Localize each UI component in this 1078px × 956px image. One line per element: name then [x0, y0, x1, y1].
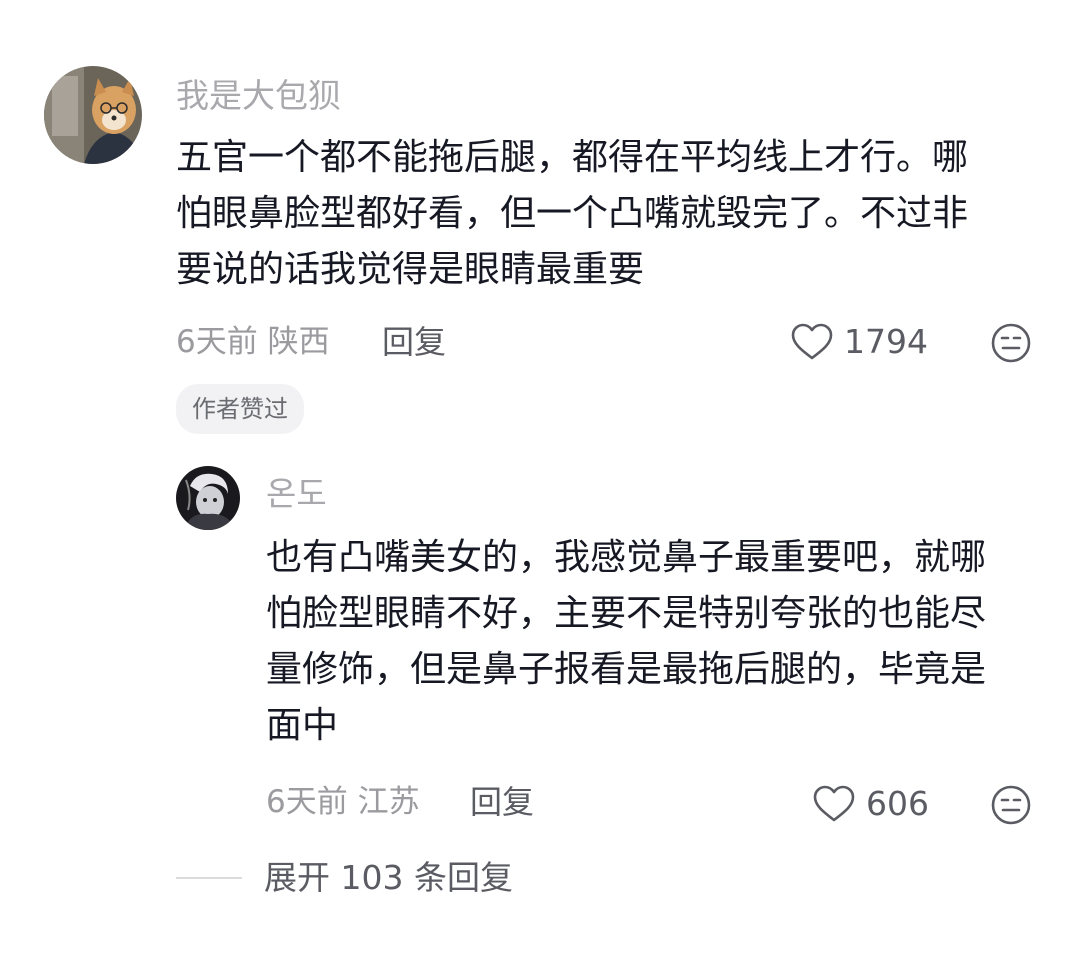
heart-outline-icon — [791, 323, 833, 360]
comment-like-button[interactable]: 1794 — [790, 322, 928, 362]
expand-replies-label: 展开 103 条回复 — [264, 858, 513, 897]
reply-body: 也有凸嘴美女的，我感觉鼻子最重要吧，就哪 怕脸型眼睛不好，主要不是特别夸张的也能… — [266, 530, 986, 754]
heart-outline-icon — [813, 785, 855, 822]
expand-replies-button[interactable]: 展开 103 条回复 — [176, 858, 513, 898]
reply-line: 也有凸嘴美女的，我感觉鼻子最重要吧，就哪 — [266, 537, 987, 578]
reply-line: 面中 — [266, 705, 339, 746]
reply-like-count: 606 — [866, 784, 929, 823]
comment-dislike-button[interactable] — [990, 322, 1032, 368]
reply-location: 江苏 — [357, 784, 420, 820]
comment-line: 要说的话我觉得是眼睛最重要 — [176, 249, 645, 290]
comment-line: 五官一个都不能拖后腿，都得在平均线上才行。哪 — [176, 137, 969, 178]
comment-body: 五官一个都不能拖后腿，都得在平均线上才行。哪 怕眼鼻脸型都好看，但一个凸嘴就毁完… — [176, 130, 968, 298]
reply-meta: 6天前 江苏 — [266, 782, 420, 822]
reply-line: 量修饰，但是鼻子报看是最拖后腿的，毕竟是 — [266, 649, 987, 690]
comment-meta: 6天前 陕西 — [176, 322, 330, 362]
reply-time: 6天前 — [266, 784, 348, 820]
divider — [176, 877, 242, 879]
comment-location: 陕西 — [267, 324, 330, 360]
author-liked-badge: 作者赞过 — [176, 384, 304, 434]
reply-username[interactable]: 온도 — [266, 474, 327, 514]
neutral-face-icon — [991, 323, 1031, 363]
neutral-face-icon — [991, 785, 1031, 825]
comment-line: 怕眼鼻脸型都好看，但一个凸嘴就毁完了。不过非 — [176, 193, 969, 234]
reply-dislike-button[interactable] — [990, 784, 1032, 830]
comment-avatar[interactable] — [44, 66, 142, 164]
reply-avatar[interactable] — [176, 466, 240, 530]
reply-line: 怕脸型眼睛不好，主要不是特别夸张的也能尽 — [266, 593, 987, 634]
comment-time: 6天前 — [176, 324, 258, 360]
comment-username[interactable]: 我是大包狈 — [176, 76, 341, 116]
reply-reply-button[interactable]: 回复 — [470, 782, 534, 822]
comment-like-count: 1794 — [844, 322, 928, 361]
comment-reply-button[interactable]: 回复 — [382, 322, 446, 362]
reply-like-button[interactable]: 606 — [812, 784, 929, 824]
